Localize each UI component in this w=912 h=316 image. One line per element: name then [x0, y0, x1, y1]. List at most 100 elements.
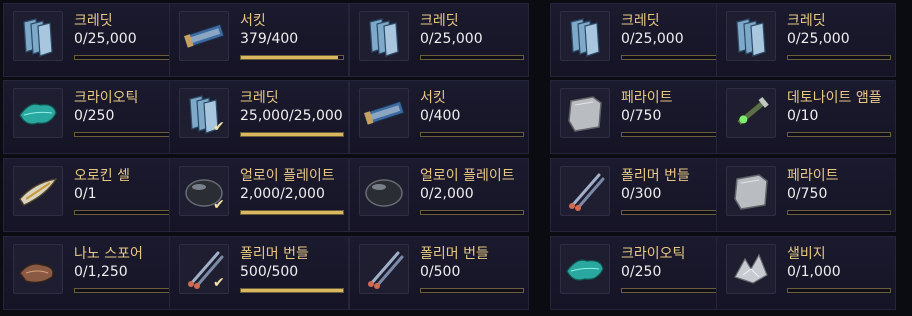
- progress-bar: [787, 210, 891, 215]
- ferrite-block-icon: [726, 166, 776, 216]
- progress-bar: [787, 55, 891, 60]
- progress-bar-fill: [241, 56, 338, 59]
- orokin-cell-icon: [13, 166, 63, 216]
- polymer-bundle-icon: [560, 166, 610, 216]
- resource-slot[interactable]: 얼로이 플레이트 0/2,000: [349, 158, 529, 232]
- resource-count: 0/25,000: [420, 31, 483, 47]
- resource-count: 0/25,000: [787, 31, 850, 47]
- credit-icon: [13, 11, 63, 61]
- credit-icon: [359, 11, 409, 61]
- progress-bar: [240, 288, 344, 293]
- resource-name: 서킷: [240, 13, 266, 29]
- credit-icon: [560, 11, 610, 61]
- resource-count: 2,000/2,000: [240, 186, 325, 202]
- resource-name: 크라이오틱: [74, 90, 139, 106]
- resource-slot[interactable]: 크레딧 0/25,000: [550, 3, 730, 77]
- resource-name: 크레딧: [240, 90, 279, 106]
- resource-name: 얼로이 플레이트: [240, 168, 335, 184]
- checkmark-icon: ✔: [213, 275, 225, 291]
- resource-name: 얼로이 플레이트: [420, 168, 515, 184]
- resource-slot[interactable]: ✔ 폴리머 번들 500/500: [169, 236, 349, 310]
- resource-slot[interactable]: 서킷 0/400: [349, 80, 529, 154]
- salvage-icon: [726, 244, 776, 294]
- progress-bar: [420, 132, 524, 137]
- polymer-bundle-icon: ✔: [179, 244, 229, 294]
- resource-count: 0/750: [787, 186, 828, 202]
- credit-icon: [726, 11, 776, 61]
- resource-name: 크레딧: [420, 13, 459, 29]
- cryotic-leaf-icon: [560, 244, 610, 294]
- resource-slot[interactable]: 크라이오틱 0/250: [3, 80, 183, 154]
- resource-name: 페라이트: [787, 168, 839, 184]
- progress-bar: [240, 210, 344, 215]
- cryotic-leaf-icon: [13, 88, 63, 138]
- progress-bar: [240, 132, 344, 137]
- progress-bar-fill: [241, 289, 343, 292]
- progress-bar: [420, 288, 524, 293]
- resource-name: 데토나이트 앰플: [787, 90, 882, 106]
- resource-slot[interactable]: 폴리머 번들 0/300: [550, 158, 730, 232]
- nano-spores-icon: [13, 244, 63, 294]
- resource-slot[interactable]: ✔ 크레딧 25,000/25,000: [169, 80, 349, 154]
- resource-count: 0/2,000: [420, 186, 474, 202]
- resource-count: 0/1,000: [787, 264, 841, 280]
- progress-bar: [420, 210, 524, 215]
- resource-slot[interactable]: 폴리머 번들 0/500: [349, 236, 529, 310]
- progress-bar: [74, 55, 178, 60]
- resource-count: 500/500: [240, 264, 299, 280]
- resource-slot[interactable]: 데토나이트 앰플 0/10: [716, 80, 896, 154]
- progress-bar: [420, 55, 524, 60]
- resource-slot[interactable]: ✔ 얼로이 플레이트 2,000/2,000: [169, 158, 349, 232]
- resource-count: 0/1,250: [74, 264, 128, 280]
- progress-bar: [74, 210, 178, 215]
- resource-name: 페라이트: [621, 90, 673, 106]
- checkmark-icon: ✔: [213, 197, 225, 213]
- resource-slot[interactable]: 서킷 379/400: [169, 3, 349, 77]
- resource-name: 크레딧: [621, 13, 660, 29]
- resource-name: 폴리머 번들: [621, 168, 690, 184]
- resource-slot[interactable]: 크라이오틱 0/250: [550, 236, 730, 310]
- resource-slot[interactable]: 샐비지 0/1,000: [716, 236, 896, 310]
- resource-slot[interactable]: 나노 스포어 0/1,250: [3, 236, 183, 310]
- resource-name: 오로킨 셀: [74, 168, 130, 184]
- resource-slot[interactable]: 오로킨 셀 0/1: [3, 158, 183, 232]
- resource-count: 0/1: [74, 186, 97, 202]
- resource-slot[interactable]: 페라이트 0/750: [716, 158, 896, 232]
- checkmark-icon: ✔: [213, 119, 225, 135]
- resource-count: 0/10: [787, 108, 819, 124]
- progress-bar: [74, 132, 178, 137]
- progress-bar: [621, 55, 725, 60]
- progress-bar: [787, 132, 891, 137]
- ferrite-block-icon: [560, 88, 610, 138]
- circuit-board-icon: [179, 11, 229, 61]
- resource-name: 크레딧: [74, 13, 113, 29]
- resource-slot[interactable]: 페라이트 0/750: [550, 80, 730, 154]
- resource-count: 379/400: [240, 31, 299, 47]
- resource-count: 0/25,000: [621, 31, 684, 47]
- resource-slot[interactable]: 크레딧 0/25,000: [349, 3, 529, 77]
- detonite-ampule-icon: [726, 88, 776, 138]
- resource-name: 나노 스포어: [74, 246, 143, 262]
- progress-bar: [621, 210, 725, 215]
- resource-count: 0/400: [420, 108, 461, 124]
- resource-count: 0/250: [621, 264, 662, 280]
- resource-count: 25,000/25,000: [240, 108, 343, 124]
- polymer-bundle-icon: [359, 244, 409, 294]
- resource-name: 폴리머 번들: [420, 246, 489, 262]
- credit-icon: ✔: [179, 88, 229, 138]
- resource-name: 크레딧: [787, 13, 826, 29]
- progress-bar-fill: [241, 211, 343, 214]
- resource-name: 샐비지: [787, 246, 826, 262]
- progress-bar: [621, 132, 725, 137]
- circuit-board-icon: [359, 88, 409, 138]
- resource-slot[interactable]: 크레딧 0/25,000: [716, 3, 896, 77]
- resource-count: 0/250: [74, 108, 115, 124]
- resource-slot[interactable]: 크레딧 0/25,000: [3, 3, 183, 77]
- progress-bar: [74, 288, 178, 293]
- progress-bar-fill: [241, 133, 343, 136]
- progress-bar: [787, 288, 891, 293]
- resource-grid: 크레딧 0/25,000 서킷 379/400 크레딧 0/25,000 크레딧 0/2…: [0, 0, 912, 316]
- resource-count: 0/25,000: [74, 31, 137, 47]
- alloy-plate-icon: [359, 166, 409, 216]
- resource-name: 폴리머 번들: [240, 246, 309, 262]
